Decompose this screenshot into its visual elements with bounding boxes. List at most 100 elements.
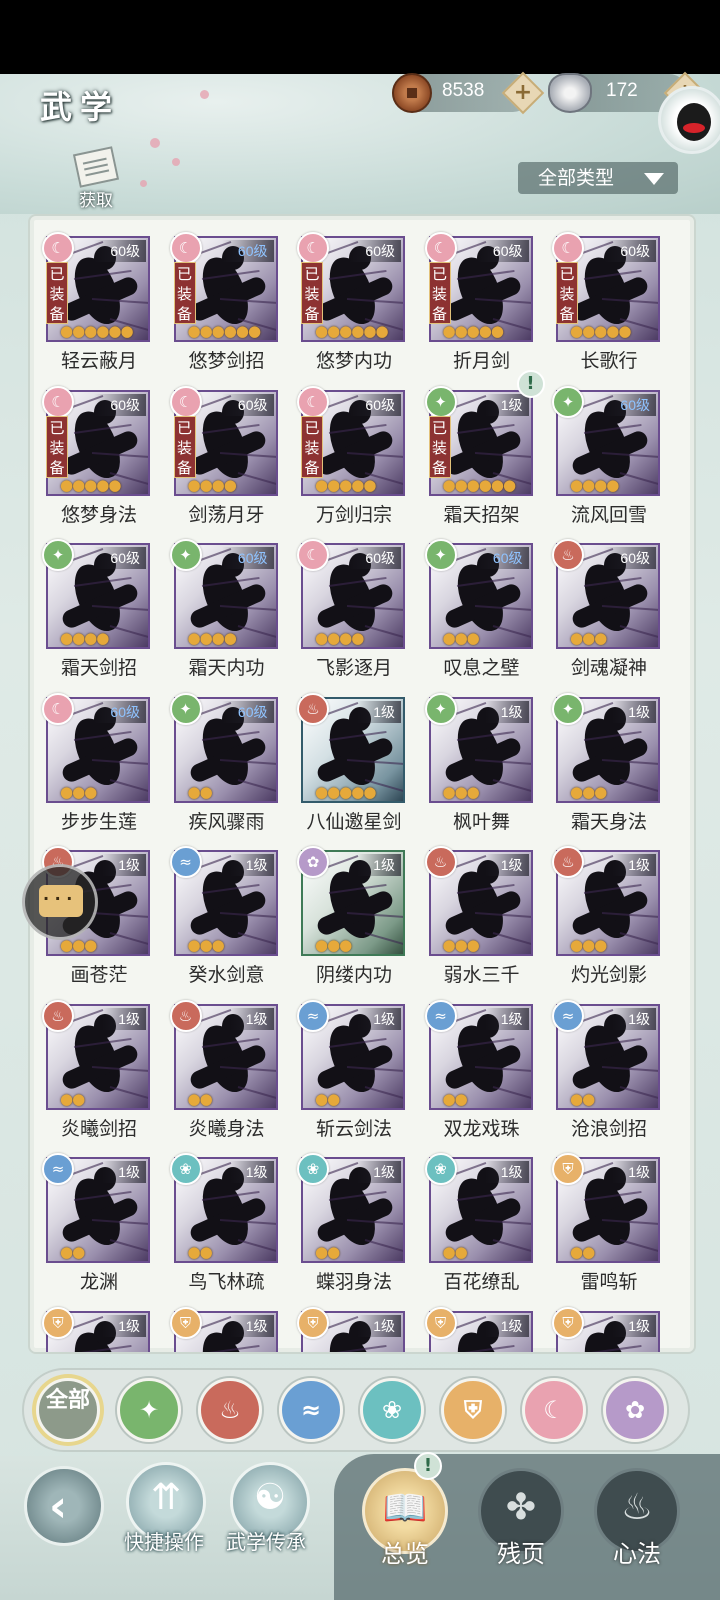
skill-level: 60级 — [94, 240, 146, 262]
skill-card[interactable]: 1级 ●● ≈ 斩云剑法 — [297, 999, 407, 1144]
skill-level: 1级 — [229, 1314, 274, 1337]
skill-card[interactable]: 60级 ●●● ✦ 叹息之壁 — [424, 539, 535, 683]
star-rating: ●●● — [187, 936, 225, 954]
skill-card[interactable]: 1级 ●●● ✿ 阴缕内功 — [297, 846, 407, 990]
skill-card[interactable]: 60级 ●●●●●● ☾ 已 装 备轻云蔽月 — [42, 232, 152, 376]
cyan-element-icon: ❀ — [424, 1153, 457, 1185]
skill-level: 1级 — [484, 1161, 529, 1183]
skill-card[interactable]: 1级 ●●● ♨ 弱水三千 — [424, 846, 535, 990]
equipped-badge: 已 装 备 — [556, 262, 578, 324]
skill-card[interactable]: 60级 ●●●●● ☾ 已 装 备悠梦身法 — [42, 385, 152, 530]
skill-card[interactable]: 1级 ●● ≈ 龙渊 — [42, 1153, 152, 1297]
red-element-icon: ♨ — [424, 846, 457, 878]
ink-streak — [492, 625, 531, 647]
star-rating: ●●●● — [315, 629, 364, 647]
element-filter-moon[interactable]: ☾ — [522, 1378, 586, 1442]
skill-card[interactable]: 1级 ●●●●● ♨ 八仙邀星剑 — [297, 692, 407, 837]
qq-penguin-icon[interactable] — [658, 86, 720, 154]
skill-card[interactable]: 1级 ●●● ✦ 霜天身法 — [552, 692, 662, 837]
element-filter-wind[interactable]: ✦ — [117, 1378, 181, 1442]
star-rating: ●●●●● — [315, 782, 376, 801]
skill-card[interactable]: 1级 ●● ⛨ 雷鸣斩 — [552, 1153, 662, 1297]
skill-card[interactable]: 60级 ●● ✦ 疾风骤雨 — [169, 692, 280, 837]
green-element-icon: ✦ — [169, 539, 202, 571]
skill-level: 60级 — [476, 547, 529, 569]
ink-streak — [619, 778, 658, 801]
skill-card[interactable]: 1级 ●● ❀ 鸟飞林疏 — [169, 1153, 280, 1297]
star-rating: ●● — [60, 1243, 85, 1261]
skill-level: 60级 — [94, 547, 146, 569]
skill-card[interactable]: 1级 ●● ❀ 百花缭乱 — [424, 1153, 535, 1297]
skill-name: 悠梦身法 — [60, 503, 137, 526]
skill-card[interactable]: 60级 ●●●● ☾ 已 装 备剑荡月牙 — [169, 385, 280, 530]
ink-streak — [364, 932, 403, 954]
skill-card[interactable]: 60级 ●●●● ✦ 霜天内功 — [169, 539, 280, 683]
skill-card[interactable]: 1级 ●●●●●● ✦ 已 装 备! 霜天招架 — [424, 369, 545, 530]
skill-card[interactable]: 60级 ●●●● ✦ 流风回雪 — [552, 385, 662, 530]
element-filter-bar: 全部 ✦ ♨ ≈ ❀ ⛨ ☾ ✿ — [22, 1368, 690, 1452]
star-rating: ●● — [315, 1089, 340, 1108]
element-filter-rose[interactable]: ✿ — [603, 1378, 667, 1442]
skill-card[interactable]: 1级 ⛨ — [169, 1306, 280, 1352]
ink-streak — [619, 625, 658, 647]
filter-all-label: 全部 — [45, 1387, 90, 1413]
acquire-button[interactable]: 获取 — [66, 146, 126, 211]
skill-card[interactable]: 60级 ●●●● ☾ 飞影逐月 — [297, 539, 407, 683]
skill-name: 疾风骤雨 — [188, 810, 265, 833]
gold-element-icon: ⛨ — [424, 1306, 457, 1339]
star-rating: ●●● — [570, 782, 607, 801]
skill-level: 1级 — [484, 1314, 529, 1337]
skill-card[interactable]: 60级 ●●●●●● ☾ 已 装 备悠梦剑招 — [169, 232, 280, 376]
skill-name: 炎曦剑招 — [60, 1117, 137, 1140]
skill-card[interactable]: 1级 ●● ♨ 炎曦剑招 — [42, 999, 152, 1144]
skill-grid-panel[interactable]: 60级 ●●●●●● ☾ 已 装 备轻云蔽月 60级 ●●●●●● ☾ 已 装 备悠梦剑招 60… — [28, 214, 696, 1354]
skill-card[interactable]: 1级 ●● ≈ 双龙戏珠 — [424, 999, 535, 1144]
back-button[interactable]: ‹ — [24, 1466, 104, 1546]
skill-card[interactable]: 1级 ●●● ♨ 灼光剑影 — [552, 846, 662, 990]
skill-name: 剑魂凝神 — [570, 657, 647, 679]
ink-streak — [492, 778, 531, 801]
wave-icon: ≈ — [300, 1396, 322, 1424]
skill-card[interactable]: 1级 ●●● ✦ 枫叶舞 — [424, 692, 535, 837]
star-rating: ●● — [315, 1243, 340, 1261]
skill-card[interactable]: 60级 ●●● ♨ 剑魂凝神 — [552, 539, 662, 683]
skill-card[interactable]: 60级 ●●● ☾ 步步生莲 — [42, 692, 152, 837]
element-filter-water[interactable]: ≈ — [279, 1378, 343, 1442]
blue-element-icon: ≈ — [169, 846, 202, 878]
skill-card[interactable]: 1级 ●● ≈ 沧浪剑招 — [552, 999, 662, 1144]
skill-card[interactable]: 1级 ⛨ — [42, 1306, 152, 1352]
skill-card[interactable]: 60级 ●●●● ✦ 霜天剑招 — [42, 539, 152, 683]
skill-name: 沧浪剑招 — [570, 1117, 647, 1140]
back-arrow-icon: ‹ — [49, 1481, 68, 1532]
star-rating: ●●●●● — [442, 322, 504, 340]
chat-float-button[interactable] — [22, 864, 98, 940]
skill-card[interactable]: 1级 ⛨ — [297, 1306, 407, 1352]
skill-level: 1级 — [229, 1161, 274, 1183]
skill-card[interactable]: 1级 ●● ♨ 炎曦身法 — [169, 999, 280, 1144]
skill-level: 60级 — [604, 547, 656, 569]
skill-card[interactable]: 60级 ●●●●● ☾ 已 装 备长歌行 — [552, 232, 662, 376]
element-filter-butterfly[interactable]: ❀ — [360, 1378, 424, 1442]
skill-level: 1级 — [484, 393, 529, 416]
star-rating: ●● — [442, 1089, 468, 1108]
skill-name: 长歌行 — [580, 350, 638, 372]
element-filter-shield[interactable]: ⛨ — [441, 1378, 505, 1442]
skill-card[interactable]: 60级 ●●●●●● ☾ 已 装 备悠梦内功 — [297, 232, 407, 376]
element-filter-fire[interactable]: ♨ — [198, 1378, 262, 1442]
page-title: 武学 — [40, 88, 121, 126]
skill-card[interactable]: 60级 ●●●●● ☾ 已 装 备万剑归宗 — [297, 385, 407, 530]
chat-bubble-icon — [39, 885, 83, 917]
pink-element-icon: ☾ — [424, 232, 457, 264]
type-filter-value: 全部类型 — [538, 167, 615, 189]
copper-currency: 8538 + — [392, 71, 545, 115]
skill-card[interactable]: 1级 ●●● ≈ 癸水剑意 — [169, 846, 280, 990]
ink-streak — [109, 932, 148, 954]
skill-card[interactable]: 1级 ⛨ — [424, 1306, 535, 1352]
skill-card[interactable]: 60级 ●●●●● ☾ 已 装 备折月剑 — [424, 232, 535, 376]
element-filter-all[interactable]: 全部 — [36, 1378, 100, 1442]
skill-card[interactable]: 1级 ●● ❀ 蝶羽身法 — [297, 1153, 407, 1297]
ink-streak — [619, 932, 658, 954]
skill-name: 折月剑 — [452, 350, 510, 372]
type-filter-dropdown[interactable]: 全部类型 — [518, 162, 678, 194]
skill-card[interactable]: 1级 ⛨ — [552, 1306, 662, 1352]
